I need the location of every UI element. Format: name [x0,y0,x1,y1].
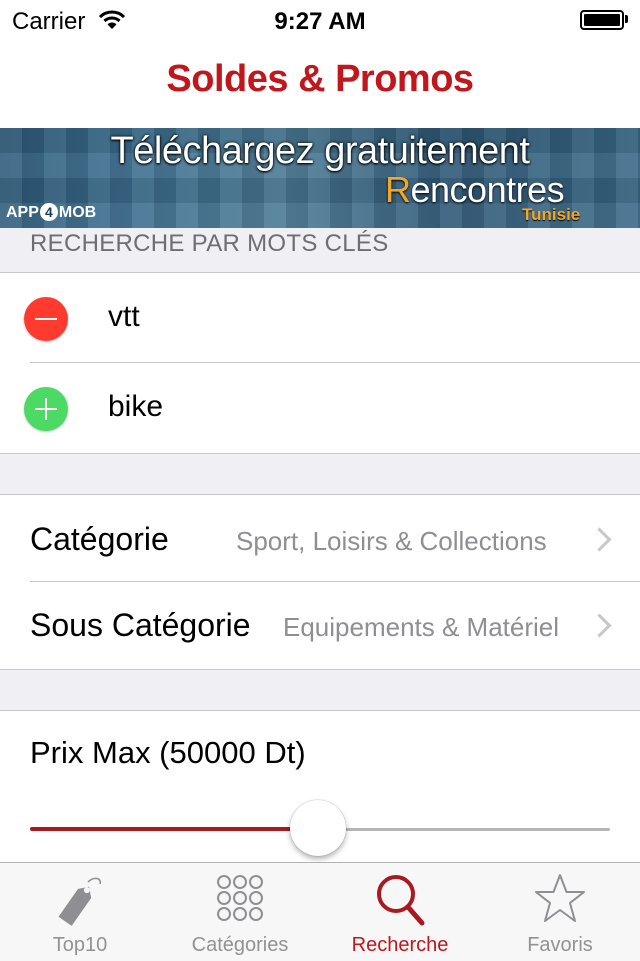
add-keyword-icon[interactable] [24,387,68,431]
keywords-section-header: RECHERCHE PAR MOTS CLÉS [30,230,389,257]
tab-label: Catégories [191,934,289,956]
tab-label: Recherche [351,934,449,956]
subcategory-label: Sous Catégorie [30,607,251,643]
keyword-text: vtt [108,300,140,333]
banner-logo: APP 4 MOB [6,203,97,221]
chevron-right-icon [587,613,612,638]
price-slider-track[interactable] [318,828,610,831]
tag-icon [50,872,110,928]
keyword-row-vtt[interactable]: vtt [0,273,640,362]
tab-search[interactable]: Recherche [320,862,480,960]
page-title: Soldes & Promos [166,58,474,100]
clock: 9:27 AM [274,8,366,35]
category-value: Sport, Loisirs & Collections [236,526,547,556]
tab-label: Top10 [52,934,108,956]
tab-top10[interactable]: Top10 [0,862,160,960]
category-label: Catégorie [30,521,169,557]
keyword-row-bike[interactable]: bike [0,363,640,453]
price-slider-thumb[interactable] [290,800,346,856]
price-slider-fill[interactable] [30,827,318,831]
tab-label: Favoris [527,934,593,956]
star-icon [530,872,590,928]
subcategory-value: Equipements & Matériel [283,612,560,642]
battery-icon [580,10,624,30]
banner-country: Tunisie [522,205,581,224]
search-icon [370,872,430,928]
category-row[interactable]: Catégorie Sport, Loisirs & Collections [0,495,640,582]
tab-favorites[interactable]: Favoris [480,862,640,960]
keyword-text: bike [108,390,164,423]
keywords-group: vtt bike [0,272,640,454]
chevron-right-icon [587,527,612,552]
grid-icon [210,872,270,928]
tab-categories[interactable]: Catégories [160,862,320,960]
battery-tip [625,15,628,23]
category-group: Catégorie Sport, Loisirs & Collections S… [0,494,640,670]
price-max-label: Prix Max (50000 Dt) [30,735,306,770]
remove-keyword-icon[interactable] [24,297,68,341]
banner-headline: Téléchargez gratuitement [110,130,530,172]
subcategory-row[interactable]: Sous Catégorie Equipements & Matériel [0,582,640,669]
